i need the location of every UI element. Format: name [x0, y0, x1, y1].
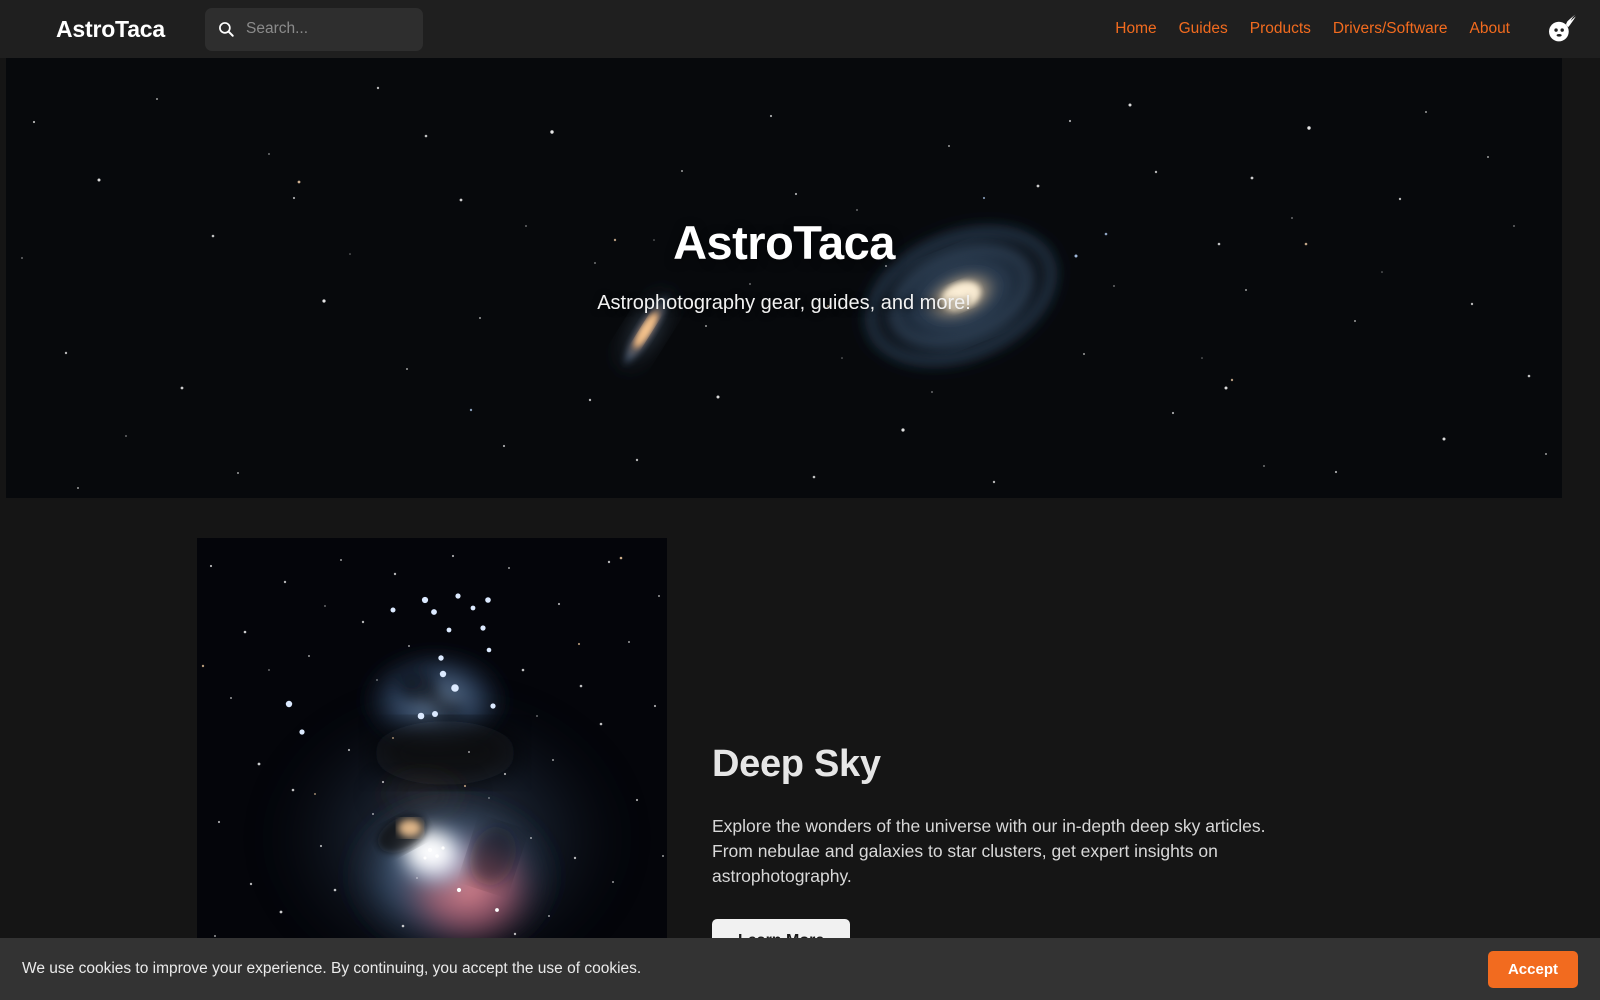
deep-sky-section: Deep Sky Explore the wonders of the univ… — [0, 538, 1600, 968]
deep-sky-heading: Deep Sky — [712, 743, 881, 785]
cookie-message: We use cookies to improve your experienc… — [22, 960, 642, 977]
brand-logo-text[interactable]: AstroTaca — [56, 16, 165, 43]
search-input[interactable] — [245, 20, 446, 38]
hero-subtitle: Astrophotography gear, guides, and more! — [597, 292, 971, 314]
hero-banner: AstroTaca Astrophotography gear, guides,… — [6, 58, 1562, 498]
nav-item-home[interactable]: Home — [1115, 20, 1156, 38]
comet-logo-icon[interactable] — [1544, 12, 1578, 46]
deep-sky-description: Explore the wonders of the universe with… — [712, 816, 1266, 886]
orion-nebula-image — [197, 538, 667, 958]
hero-content: AstroTaca Astrophotography gear, guides,… — [6, 58, 1562, 498]
search-box[interactable] — [204, 7, 446, 51]
cookie-accept-button[interactable]: Accept — [1487, 950, 1578, 988]
nav-item-about[interactable]: About — [1469, 20, 1510, 38]
hero-title: AstroTaca — [673, 216, 895, 269]
nav-item-guides[interactable]: Guides — [1179, 20, 1228, 38]
cookie-consent-banner: We use cookies to improve your experienc… — [0, 938, 1600, 1000]
deep-sky-text-block: Deep Sky Explore the wonders of the univ… — [712, 743, 1312, 963]
site-header: AstroTaca Home Guides Products Drivers/S… — [0, 0, 1600, 58]
search-icon — [219, 22, 234, 37]
deep-sky-image — [197, 538, 667, 958]
nav-item-products[interactable]: Products — [1250, 20, 1311, 38]
main-navigation: Home Guides Products Drivers/Software Ab… — [1115, 12, 1578, 46]
nav-item-drivers-software[interactable]: Drivers/Software — [1333, 20, 1448, 38]
